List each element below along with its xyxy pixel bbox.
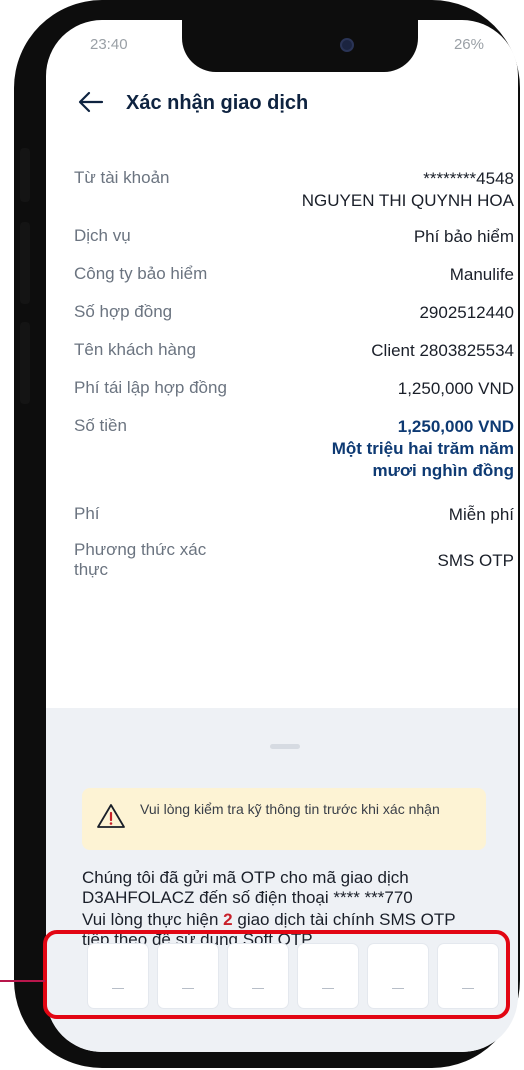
row-customer-name: Tên khách hàng Client 2803825534 — [74, 340, 514, 364]
row-value: Manulife — [449, 265, 514, 284]
row-label-line: Phương thức xác — [74, 540, 207, 559]
otp-info-line: Chúng tôi đã gửi mã OTP cho mã giao dịch — [82, 868, 409, 887]
camera-icon — [340, 38, 354, 52]
row-value: Miễn phí — [448, 505, 514, 524]
amount-words: mươi nghìn đồng — [372, 461, 514, 480]
otp-placeholder-dash — [112, 988, 124, 989]
warning-text: Vui lòng kiểm tra kỹ thông tin trước khi… — [140, 801, 440, 817]
row-label: Phương thức xác thực — [74, 540, 244, 580]
amount-words: Một triệu hai trăm năm — [331, 439, 514, 458]
otp-input-group — [84, 934, 502, 1034]
row-value: Client 2803825534 — [371, 341, 514, 360]
otp-placeholder-dash — [462, 988, 474, 989]
otp-placeholder-dash — [252, 988, 264, 989]
otp-info-text-part: Vui lòng thực hiện — [82, 910, 224, 929]
row-label: Số tiền — [74, 416, 127, 435]
page-title: Xác nhận giao dịch — [126, 92, 309, 114]
row-label: Công ty bảo hiểm — [74, 264, 208, 283]
phone-screen: 23:40 26% Xác nhận giao dịch Từ tài khoả… — [46, 20, 518, 1052]
row-value: Phí bảo hiểm — [413, 227, 514, 246]
row-contract-number: Số hợp đồng 2902512440 — [74, 302, 514, 326]
otp-digit-input[interactable] — [438, 944, 498, 1008]
amount-value: 1,250,000 VND Một triệu hai trăm năm mươ… — [332, 416, 514, 482]
otp-info-text-part: giao dịch tài chính SMS OTP — [232, 910, 456, 929]
row-service: Dịch vụ Phí bảo hiểm — [74, 226, 514, 250]
row-reinstatement-fee: Phí tái lập hợp đồng 1,250,000 VND — [74, 378, 514, 402]
battery-level: 26% — [453, 36, 484, 53]
side-button — [20, 148, 30, 202]
sheet-drag-handle[interactable] — [270, 744, 300, 749]
side-button — [20, 322, 30, 404]
row-label: Số hợp đồng — [74, 302, 173, 321]
row-from-account: Từ tài khoản ********4548 NGUYEN THI QUY… — [74, 168, 514, 216]
row-label: Từ tài khoản — [74, 168, 170, 187]
otp-digit-input[interactable] — [368, 944, 428, 1008]
row-value: 1,250,000 VND — [397, 379, 514, 398]
row-value: ********4548 NGUYEN THI QUYNH HOA — [302, 168, 514, 212]
row-value: SMS OTP — [437, 551, 514, 570]
otp-digit-input[interactable] — [298, 944, 358, 1008]
otp-info-line: Vui lòng thực hiện 2 giao dịch tài chính… — [82, 910, 502, 930]
transaction-count: 2 — [223, 910, 233, 929]
warning-banner: Vui lòng kiểm tra kỹ thông tin trước khi… — [82, 788, 486, 850]
otp-digit-input[interactable] — [88, 944, 148, 1008]
phone-frame: 23:40 26% Xác nhận giao dịch Từ tài khoả… — [14, 0, 520, 1068]
row-fee: Phí Miễn phí — [74, 504, 514, 528]
otp-placeholder-dash — [392, 988, 404, 989]
header: Xác nhận giao dịch — [46, 72, 518, 132]
otp-digit-input[interactable] — [158, 944, 218, 1008]
annotation-pointer-line — [0, 980, 45, 982]
status-time: 23:40 — [90, 36, 128, 53]
amount-number: 1,250,000 VND — [397, 417, 514, 436]
row-label-line: thực — [74, 560, 109, 579]
back-arrow-icon[interactable] — [76, 88, 106, 116]
side-button — [20, 222, 30, 304]
row-value: 2902512440 — [419, 303, 514, 322]
row-label: Phí — [74, 504, 100, 523]
row-label: Tên khách hàng — [74, 340, 196, 359]
row-amount: Số tiền 1,250,000 VND Một triệu hai trăm… — [74, 416, 514, 488]
otp-bottom-sheet: Vui lòng kiểm tra kỹ thông tin trước khi… — [46, 708, 518, 1052]
otp-digit-input[interactable] — [228, 944, 288, 1008]
row-label: Phí tái lập hợp đồng — [74, 378, 227, 397]
notch — [182, 20, 418, 72]
account-holder: NGUYEN THI QUYNH HOA — [301, 191, 514, 210]
otp-placeholder-dash — [182, 988, 194, 989]
row-insurance-company: Công ty bảo hiểm Manulife — [74, 264, 514, 288]
row-label: Dịch vụ — [74, 226, 131, 245]
account-number: ********4548 — [423, 169, 514, 188]
row-auth-method: Phương thức xác thực SMS OTP — [74, 540, 514, 584]
warning-icon — [97, 804, 125, 828]
otp-info-line: D3AHFOLACZ đến số điện thoại **** ***770 — [82, 888, 413, 907]
otp-placeholder-dash — [322, 988, 334, 989]
